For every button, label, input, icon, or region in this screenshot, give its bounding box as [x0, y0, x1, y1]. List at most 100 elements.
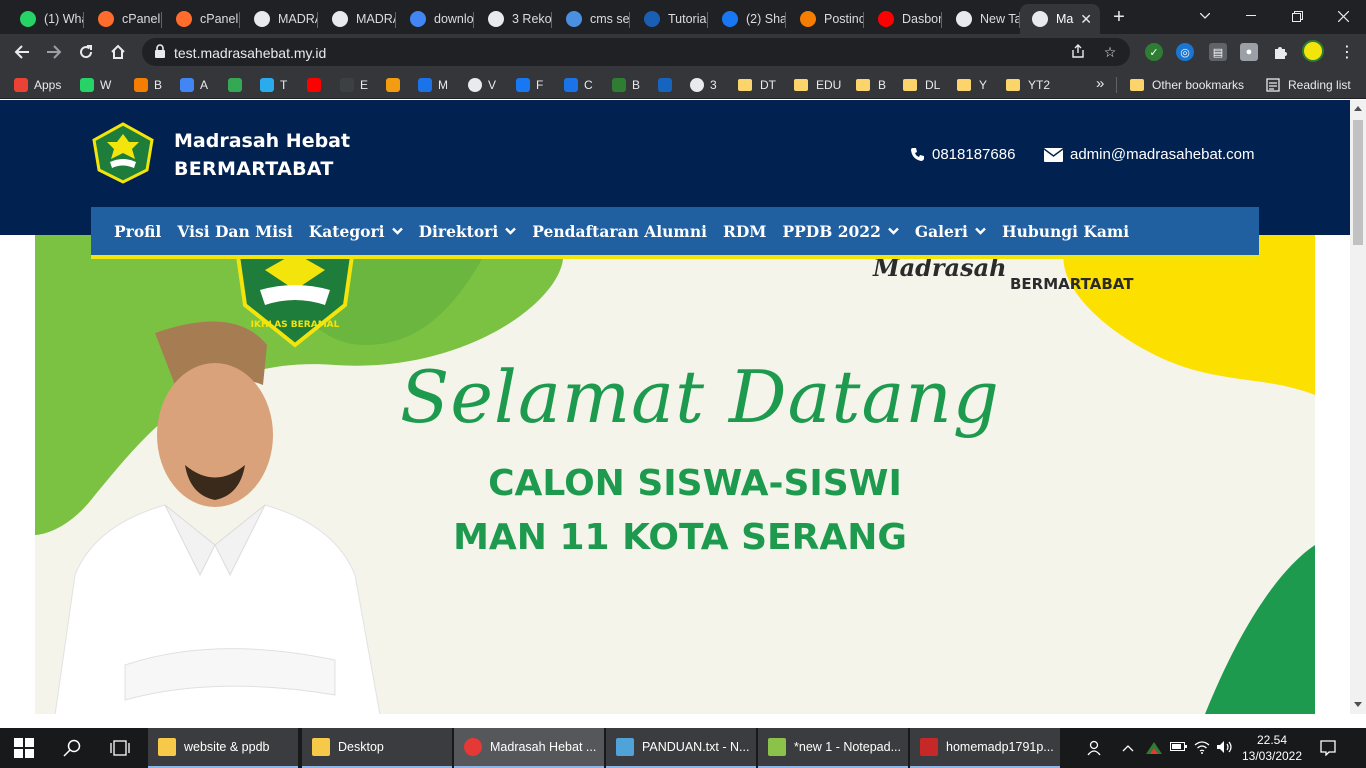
bookmark-item[interactable] [307, 76, 327, 94]
chevron-down-icon [391, 227, 403, 235]
close-tab-icon[interactable]: ✕ [1080, 11, 1092, 28]
taskbar-app[interactable]: homemadp1791p... [910, 728, 1060, 768]
telegram-icon [260, 78, 274, 92]
share-icon[interactable] [1070, 44, 1086, 60]
forward-button[interactable] [41, 39, 67, 65]
browser-tab[interactable]: MADRA [242, 4, 318, 34]
browser-tab[interactable]: (2) Sha [710, 4, 786, 34]
bookmark-item[interactable]: V [468, 76, 496, 94]
extensions-puzzle-icon[interactable] [1271, 43, 1289, 61]
bookmark-item[interactable]: Apps [14, 76, 61, 94]
battery-icon[interactable] [1170, 740, 1188, 755]
taskbar-app[interactable]: Desktop [302, 728, 452, 768]
bookmark-item[interactable]: C [564, 76, 593, 94]
bookmark-item[interactable]: EDU [794, 76, 841, 94]
tray-chevron-up-icon[interactable] [1122, 740, 1134, 755]
other-bookmarks[interactable]: Other bookmarks [1130, 76, 1244, 94]
site-title[interactable]: Madrasah Hebat [174, 130, 350, 152]
browser-tab[interactable]: New Ta [944, 4, 1020, 34]
screen-extension-icon[interactable]: ● [1240, 43, 1258, 61]
volume-icon[interactable] [1216, 740, 1234, 757]
scroll-down-arrow[interactable] [1354, 702, 1362, 707]
browser-tab[interactable]: cms se [554, 4, 630, 34]
minimize-button[interactable] [1228, 0, 1274, 32]
bookmark-item[interactable]: 3 [690, 76, 717, 94]
app-tray-icon[interactable] [1146, 740, 1162, 757]
orange-icon [386, 78, 400, 92]
document-extension-icon[interactable]: ▤ [1209, 43, 1227, 61]
new-tab-button[interactable]: + [1108, 6, 1130, 28]
wifi-icon[interactable] [1194, 740, 1210, 757]
bookmark-item[interactable] [228, 76, 248, 94]
bookmark-item[interactable]: W [80, 76, 111, 94]
nav-item-hubungi-kami[interactable]: Hubungi Kami [1002, 222, 1129, 241]
back-button[interactable] [9, 39, 35, 65]
page-scrollbar[interactable] [1350, 100, 1366, 714]
browser-tab[interactable]: Ma ✕ [1020, 4, 1100, 34]
browser-tab[interactable]: Tutoria [632, 4, 708, 34]
bookmark-item[interactable]: B [856, 76, 886, 94]
globe-extension-icon[interactable]: ◎ [1176, 43, 1194, 61]
nav-item-rdm[interactable]: RDM [723, 222, 766, 241]
browser-tab[interactable]: MADRA [320, 4, 396, 34]
taskbar-app[interactable]: website & ppdb [148, 728, 298, 768]
bookmark-item[interactable]: T [260, 76, 287, 94]
bookmark-item[interactable]: M [418, 76, 448, 94]
browser-tab[interactable]: downlo [398, 4, 474, 34]
address-bar[interactable]: test.madrasahebat.my.id ☆ [142, 38, 1130, 66]
site-logo[interactable] [92, 122, 154, 184]
nav-item-kategori[interactable]: Kategori [309, 222, 403, 241]
bookmark-item[interactable]: DL [903, 76, 940, 94]
bookmark-item[interactable]: F [516, 76, 543, 94]
taskbar-app[interactable]: PANDUAN.txt - N... [606, 728, 756, 768]
youtube-icon [878, 11, 894, 27]
reload-button[interactable] [73, 39, 99, 65]
nav-item-profil[interactable]: Profil [114, 222, 161, 241]
browser-tab[interactable]: cPanel [86, 4, 162, 34]
contact-email[interactable]: admin@madrasahebat.com [1044, 146, 1254, 163]
windows-start-button[interactable] [12, 736, 36, 760]
chevron-down-icon [505, 227, 517, 235]
browser-tab[interactable]: Postinc [788, 4, 864, 34]
nav-item-pendaftaran-alumni[interactable]: Pendaftaran Alumni [532, 222, 707, 241]
browser-tab[interactable]: Dasbor [866, 4, 942, 34]
taskbar-app[interactable]: Madrasah Hebat ... [454, 728, 604, 768]
bookmark-item[interactable]: YT2 [1006, 76, 1050, 94]
bookmark-item[interactable]: A [180, 76, 208, 94]
bookmark-item[interactable] [658, 76, 678, 94]
reading-list[interactable]: Reading list [1266, 76, 1351, 94]
nav-item-direktori[interactable]: Direktori [419, 222, 517, 241]
browser-tab[interactable]: (1) Wha [8, 4, 84, 34]
close-window-button[interactable] [1320, 0, 1366, 32]
bookmark-item[interactable]: Y [957, 76, 987, 94]
profile-avatar[interactable] [1302, 40, 1324, 62]
browser-tab[interactable]: cPanel [164, 4, 240, 34]
nav-item-galeri[interactable]: Galeri [915, 222, 986, 241]
nav-item-visi-dan-misi[interactable]: Visi Dan Misi [177, 222, 292, 241]
scroll-thumb[interactable] [1353, 120, 1363, 245]
home-button[interactable] [105, 39, 131, 65]
menu-kebab-icon[interactable]: ⋮ [1338, 43, 1356, 61]
more-bookmarks-chevron[interactable]: » [1096, 74, 1104, 92]
bookmark-item[interactable]: B [612, 76, 640, 94]
bookmark-item[interactable]: B [134, 76, 162, 94]
envelope-icon [1044, 147, 1063, 162]
folder-icon [738, 79, 752, 91]
people-icon[interactable] [1086, 740, 1102, 759]
taskbar-app[interactable]: *new 1 - Notepad... [758, 728, 908, 768]
contact-phone[interactable]: 0818187686 [910, 146, 1015, 163]
task-view-button[interactable] [108, 736, 132, 760]
maximize-button[interactable] [1274, 0, 1320, 32]
bookmark-item[interactable]: E [340, 76, 368, 94]
search-button[interactable] [60, 736, 84, 760]
bookmark-star-icon[interactable]: ☆ [1102, 44, 1118, 60]
shield-extension-icon[interactable]: ✓ [1145, 43, 1163, 61]
nav-item-ppdb-2022[interactable]: PPDB 2022 [782, 222, 899, 241]
notification-center-icon[interactable] [1320, 740, 1336, 759]
bookmark-item[interactable] [386, 76, 406, 94]
scroll-up-arrow[interactable] [1354, 106, 1362, 111]
bookmark-item[interactable]: DT [738, 76, 776, 94]
browser-tab[interactable]: 3 Reko [476, 4, 552, 34]
system-clock[interactable]: 22.54 13/03/2022 [1240, 732, 1304, 764]
tab-search-button[interactable] [1182, 0, 1228, 32]
